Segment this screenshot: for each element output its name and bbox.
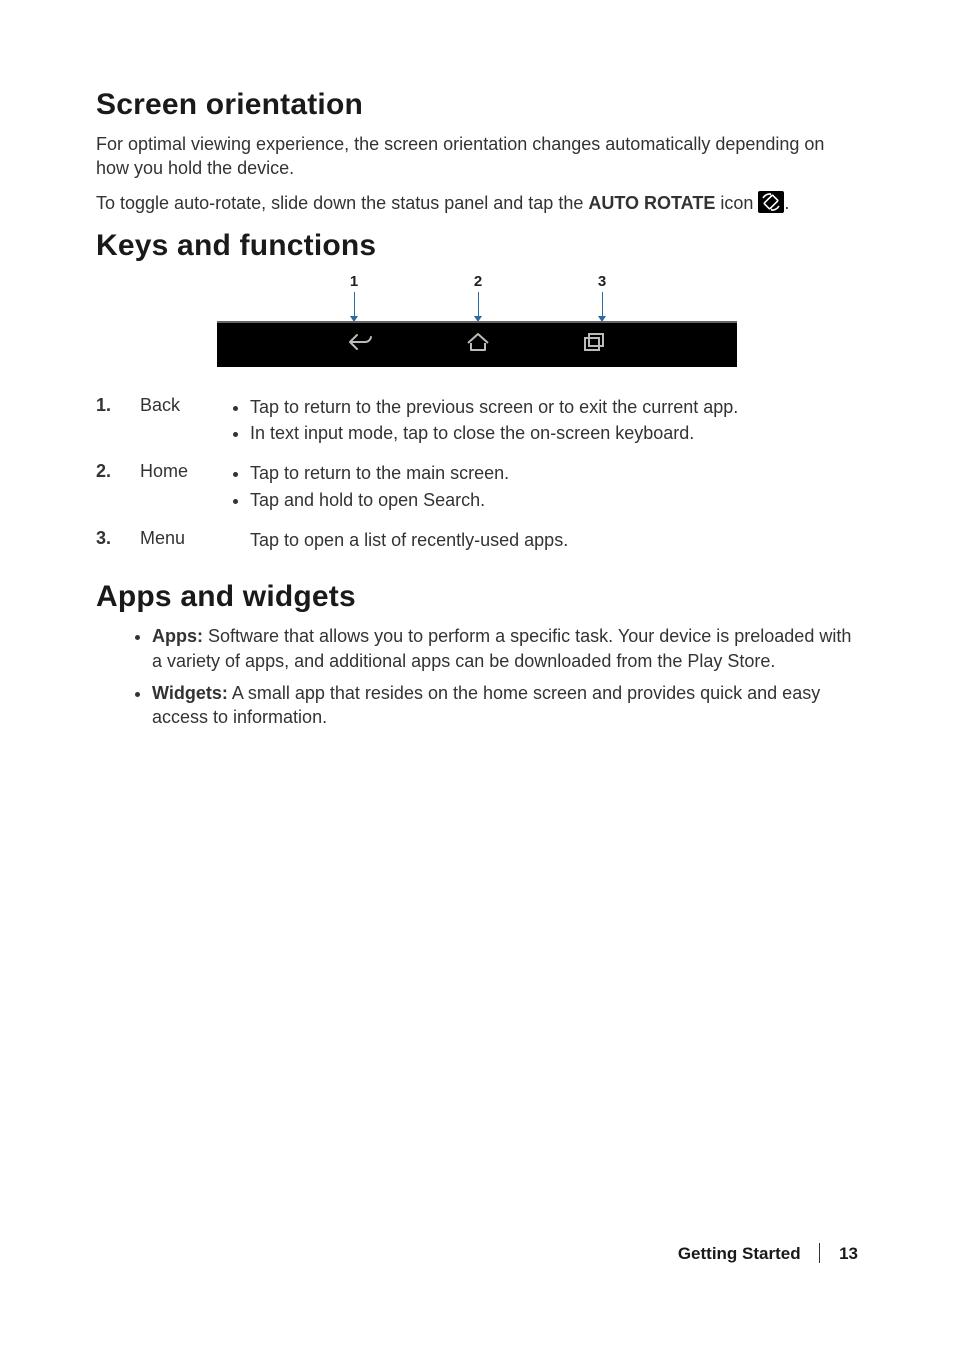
orientation-para-2: To toggle auto-rotate, slide down the st… <box>96 191 858 215</box>
apps-item-1: Apps: Software that allows you to perfor… <box>152 624 858 673</box>
callout-1: 1 <box>348 273 360 322</box>
keys-row-2-bullet-1: Tap to return to the main screen. <box>250 461 858 485</box>
auto-rotate-label: AUTO ROTATE <box>588 193 715 213</box>
home-icon <box>465 331 491 358</box>
section-title-apps: Apps and widgets <box>96 580 858 614</box>
footer-chapter: Getting Started <box>678 1244 801 1263</box>
callout-2-num: 2 <box>474 273 482 290</box>
keys-row-3-num: 3. <box>96 528 140 552</box>
keys-row-1-label: Back <box>140 395 228 448</box>
footer-page-number: 13 <box>839 1244 858 1263</box>
android-navbar <box>217 321 737 367</box>
section-title-keys: Keys and functions <box>96 229 858 263</box>
page-footer: Getting Started 13 <box>678 1243 858 1264</box>
keys-row-2-desc: Tap to return to the main screen. Tap an… <box>228 461 858 514</box>
keys-row-3-text: Tap to open a list of recently-used apps… <box>228 528 858 552</box>
keys-row-3-label: Menu <box>140 528 228 552</box>
keys-row-2-bullet-2: Tap and hold to open Search. <box>250 488 858 512</box>
apps-item-1-term: Apps: <box>152 626 203 646</box>
keys-row-1-num: 1. <box>96 395 140 448</box>
navbar-figure: 1 2 3 <box>96 273 858 367</box>
apps-item-2-text: A small app that resides on the home scr… <box>152 683 820 727</box>
orientation-para-2-prefix: To toggle auto-rotate, slide down the st… <box>96 193 588 213</box>
recent-apps-icon <box>581 331 607 358</box>
keys-table: 1. Back Tap to return to the previous sc… <box>96 395 858 552</box>
callout-1-num: 1 <box>350 273 358 290</box>
callout-2: 2 <box>472 273 484 322</box>
apps-item-2-term: Widgets: <box>152 683 228 703</box>
section-title-orientation: Screen orientation <box>96 88 858 122</box>
callout-3: 3 <box>596 273 608 322</box>
callout-3-num: 3 <box>598 273 606 290</box>
auto-rotate-icon <box>758 191 784 213</box>
orientation-para-1: For optimal viewing experience, the scre… <box>96 132 858 181</box>
apps-item-1-text: Software that allows you to perform a sp… <box>152 626 851 670</box>
keys-row-1-bullet-1: Tap to return to the previous screen or … <box>250 395 858 419</box>
navbar-callouts: 1 2 3 <box>217 273 737 321</box>
orientation-para-2-suffix: . <box>784 193 789 213</box>
footer-separator <box>819 1243 820 1263</box>
back-icon <box>347 331 375 358</box>
keys-row-1-bullet-2: In text input mode, tap to close the on-… <box>250 421 858 445</box>
keys-row-2-num: 2. <box>96 461 140 514</box>
apps-list: Apps: Software that allows you to perfor… <box>96 624 858 729</box>
keys-row-3-desc: Tap to open a list of recently-used apps… <box>228 528 858 552</box>
keys-row-1-desc: Tap to return to the previous screen or … <box>228 395 858 448</box>
apps-item-2: Widgets: A small app that resides on the… <box>152 681 858 730</box>
keys-row-2-label: Home <box>140 461 228 514</box>
orientation-para-2-after-bold: icon <box>715 193 758 213</box>
